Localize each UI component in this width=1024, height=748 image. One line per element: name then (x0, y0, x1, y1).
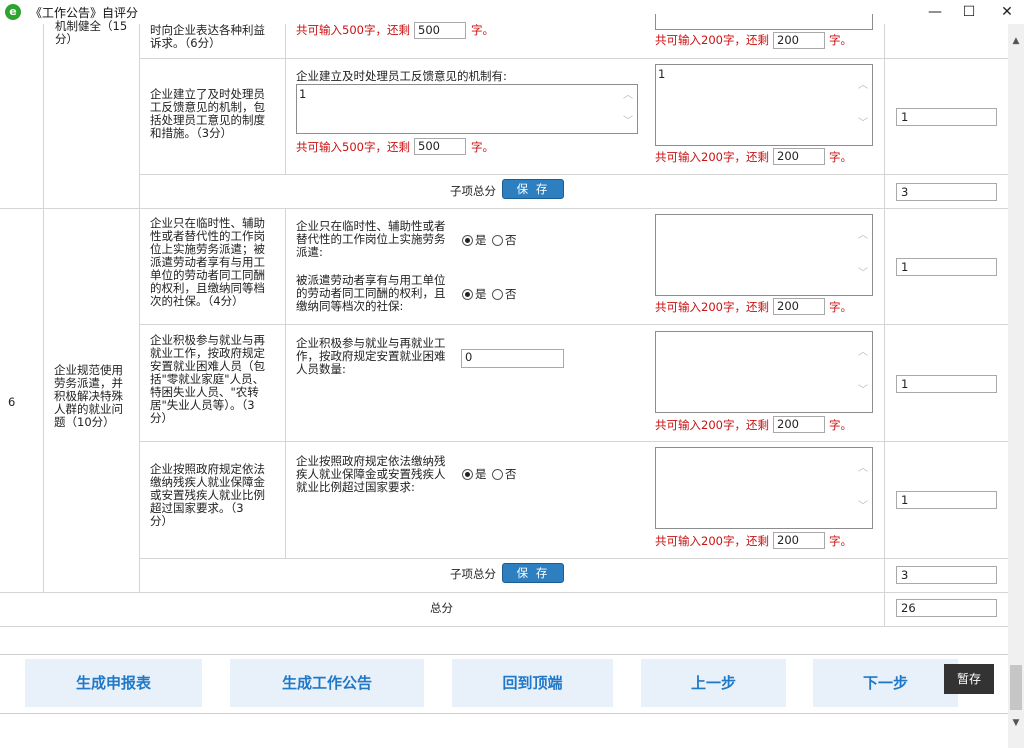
save-button[interactable]: 保 存 (502, 563, 564, 583)
section-number: 6 (8, 395, 16, 409)
prev-step-button[interactable]: 上一步 (641, 659, 786, 707)
remark-remaining-input[interactable]: 200 (773, 298, 825, 315)
remark-textarea[interactable]: ︿ ﹀ (655, 447, 873, 529)
limit-suffix: 字。 (829, 150, 852, 164)
answer-textarea[interactable]: 1 ︿ ﹀ (296, 84, 638, 134)
scroll-up-icon[interactable]: ︿ (856, 229, 870, 243)
score-input[interactable]: 1 (896, 258, 997, 276)
remark-textarea[interactable]: ︿ ﹀ (655, 214, 873, 296)
remark-remaining-input[interactable]: 200 (773, 532, 825, 549)
section-category: 企业规范使用 劳务派遣，并 积极解决特殊 人群的就业问 题（10分） (54, 363, 123, 429)
scroll-up-arrow-icon[interactable]: ▲ (1010, 36, 1022, 48)
question-dispatch-positions: 企业只在临时性、辅助性或者 替代性的工作岗位上实施劳务 派遣: (296, 219, 446, 259)
scrollbar-thumb[interactable] (1010, 665, 1022, 710)
close-icon[interactable]: ✕ (990, 0, 1024, 24)
remark-limit-text: 共可输入200字，还剩 (655, 418, 769, 432)
limit-suffix: 字。 (829, 534, 852, 548)
answer-remaining-input[interactable]: 500 (414, 138, 466, 155)
radio-no-label: 否 (505, 467, 517, 481)
radio-yes[interactable] (462, 289, 473, 300)
total-label: 总分 (430, 601, 453, 615)
limit-suffix: 字。 (829, 418, 852, 432)
criterion-partial: 时向企业表达各种利益 诉求。（6分） (150, 23, 265, 50)
radio-yes-label: 是 (475, 467, 487, 481)
minimize-icon[interactable]: — (918, 0, 952, 24)
criterion-disabled: 企业按照政府规定依法 缴纳残疾人就业保障金 或安置残疾人就业比例 超过国家要求。… (150, 462, 265, 528)
scroll-up-icon[interactable]: ︿ (856, 462, 870, 476)
question-disabled: 企业按照政府规定依法缴纳残 疾人就业保障金或安置残疾人 就业比例超过国家要求: (296, 454, 446, 494)
radio-no[interactable] (492, 235, 503, 246)
score-input[interactable]: 1 (896, 491, 997, 509)
scroll-down-icon[interactable]: ﹀ (856, 117, 870, 131)
scroll-down-icon[interactable]: ﹀ (856, 384, 870, 398)
employment-count-input[interactable]: 0 (461, 349, 564, 368)
scroll-down-icon[interactable]: ﹀ (856, 500, 870, 514)
criterion-employment: 企业积极参与就业与再 就业工作，按政府规定 安置就业困难人员（包 括"零就业家庭… (150, 333, 265, 425)
scroll-down-icon[interactable]: ﹀ (621, 115, 635, 129)
answer-remaining-input[interactable]: 500 (414, 22, 466, 39)
radio-yes[interactable] (462, 235, 473, 246)
maximize-icon[interactable]: ☐ (952, 0, 986, 24)
remark-limit-text: 共可输入200字，还剩 (655, 534, 769, 548)
answer-text: 1 (299, 87, 307, 101)
category-partial: 机制健全（15 分） (55, 19, 128, 46)
scroll-up-icon[interactable]: ︿ (856, 346, 870, 360)
scroll-up-icon[interactable]: ︿ (856, 79, 870, 93)
vertical-scrollbar[interactable] (1008, 24, 1024, 748)
subtotal-score-input[interactable]: 3 (896, 566, 997, 584)
subtotal-label: 子项总分 (450, 567, 496, 581)
generate-notice-button[interactable]: 生成工作公告 (230, 659, 424, 707)
remark-remaining-input[interactable]: 200 (773, 32, 825, 49)
remark-text: 1 (658, 67, 666, 81)
remark-limit-text: 共可输入200字，还剩 (655, 150, 769, 164)
remark-remaining-input[interactable]: 200 (773, 416, 825, 433)
radio-no-label: 否 (505, 233, 517, 247)
limit-suffix: 字。 (829, 300, 852, 314)
answer-limit-text: 共可输入500字，还剩 (296, 140, 410, 154)
question-equal-pay: 被派遣劳动者享有与用工单位 的劳动者同工同酬的权利，且 缴纳同等档次的社保: (296, 273, 446, 313)
score-input[interactable]: 1 (896, 375, 997, 393)
remark-textarea[interactable]: ︿ ﹀ (655, 331, 873, 413)
question-feedback: 企业建立及时处理员工反馈意见的机制有: (296, 69, 507, 83)
limit-suffix: 字。 (471, 140, 494, 154)
scroll-up-icon[interactable]: ︿ (621, 89, 635, 103)
score-input[interactable]: 1 (896, 108, 997, 126)
total-score-input[interactable]: 26 (896, 599, 997, 617)
scroll-down-arrow-icon[interactable]: ▼ (1010, 718, 1022, 730)
criterion-dispatch: 企业只在临时性、辅助 性或者替代性的工作岗 位上实施劳务派遣；被 派遣劳动者享有… (150, 216, 265, 308)
radio-yes-label: 是 (475, 287, 487, 301)
next-step-button[interactable]: 下一步 (813, 659, 958, 707)
app-icon: e (5, 4, 21, 20)
answer-limit-text: 共可输入500字，还剩 (296, 23, 410, 37)
criterion-feedback: 企业建立了及时处理员 工反馈意见的机制，包 括处理员工意见的制度 和措施。（3分… (150, 87, 265, 140)
limit-suffix: 字。 (829, 33, 852, 47)
remark-limit-text: 共可输入200字，还剩 (655, 33, 769, 47)
remark-remaining-input[interactable]: 200 (773, 148, 825, 165)
radio-yes-label: 是 (475, 233, 487, 247)
radio-yes[interactable] (462, 469, 473, 480)
save-button[interactable]: 保 存 (502, 179, 564, 199)
scroll-down-icon[interactable]: ﹀ (856, 267, 870, 281)
radio-no[interactable] (492, 289, 503, 300)
generate-report-button[interactable]: 生成申报表 (25, 659, 202, 707)
temp-save-button[interactable]: 暂存 (944, 664, 994, 694)
radio-no-label: 否 (505, 287, 517, 301)
radio-no[interactable] (492, 469, 503, 480)
subtotal-label: 子项总分 (450, 184, 496, 198)
remark-textarea[interactable]: 1 ︿ ﹀ (655, 64, 873, 146)
remark-limit-text: 共可输入200字，还剩 (655, 300, 769, 314)
remark-textarea-partial[interactable] (655, 14, 873, 30)
question-employment-count: 企业积极参与就业与再就业工 作，按政府规定安置就业困难 人员数量: (296, 336, 446, 376)
subtotal-score-input[interactable]: 3 (896, 183, 997, 201)
back-to-top-button[interactable]: 回到顶端 (452, 659, 613, 707)
limit-suffix: 字。 (471, 23, 494, 37)
